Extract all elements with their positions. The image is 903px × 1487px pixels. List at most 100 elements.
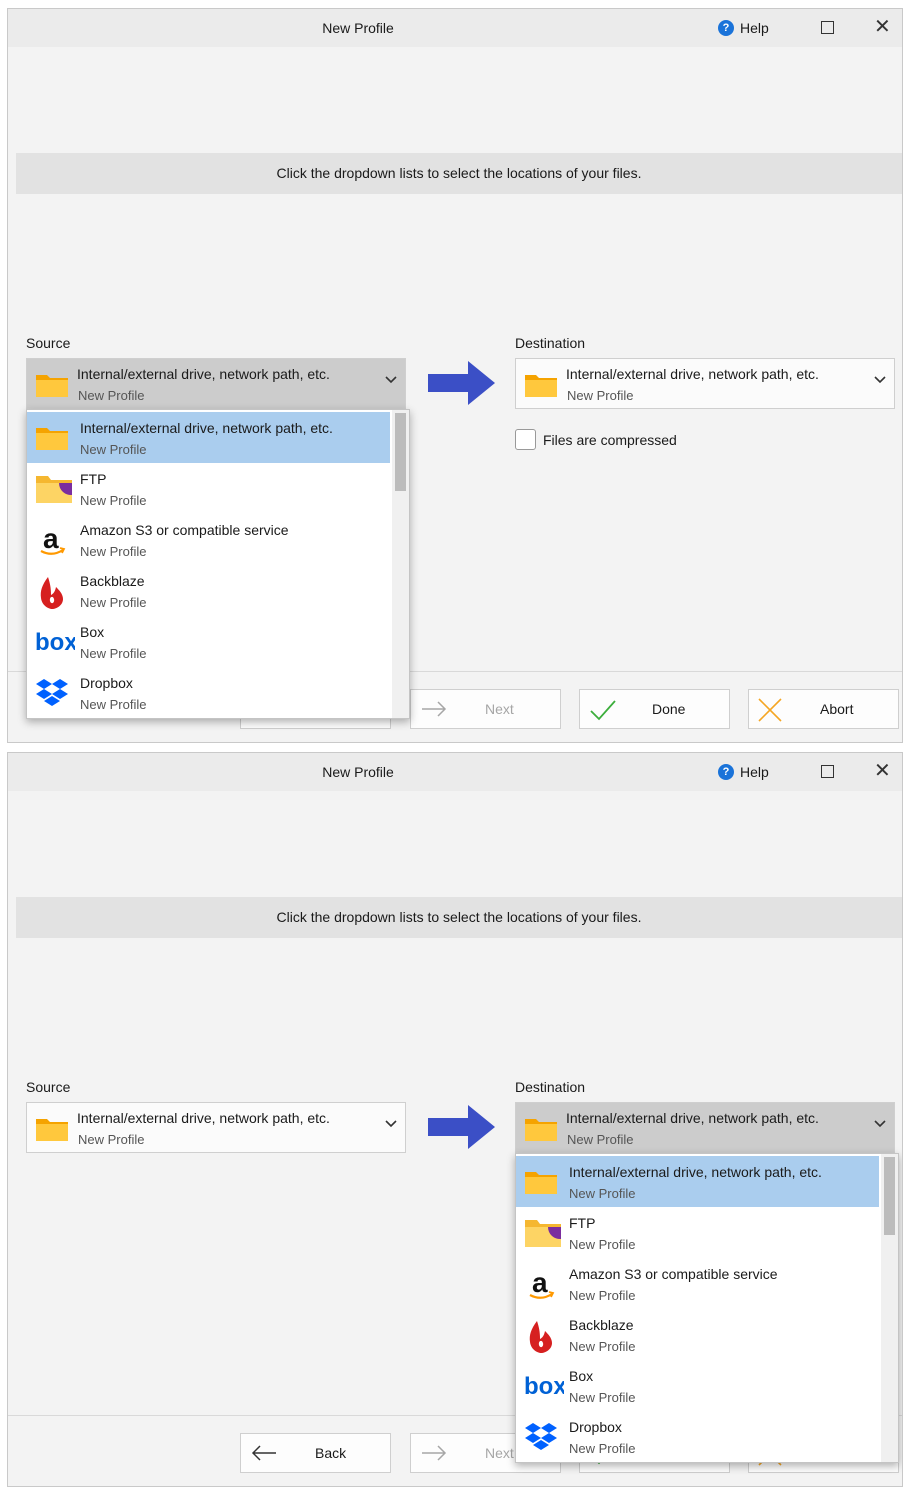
close-button[interactable]: ✕ (874, 15, 891, 39)
help-icon: ? (718, 764, 734, 780)
amazon-icon: a (40, 524, 66, 555)
close-button[interactable]: ✕ (874, 759, 891, 783)
arrow-left-icon (251, 1445, 276, 1461)
scrollbar-thumb[interactable] (884, 1157, 895, 1235)
help-label: Help (740, 764, 769, 780)
destination-selected-title: Internal/external drive, network path, e… (566, 366, 819, 382)
list-item-amazon-s3[interactable]: a Amazon S3 or compatible service New Pr… (516, 1258, 879, 1309)
list-item-internal-drive[interactable]: Internal/external drive, network path, e… (516, 1156, 879, 1207)
destination-selected-title: Internal/external drive, network path, e… (566, 1110, 819, 1126)
window-title: New Profile (322, 764, 394, 780)
item-subtitle: New Profile (569, 1237, 636, 1252)
source-dropdown[interactable]: Internal/external drive, network path, e… (26, 1102, 406, 1153)
list-item-ftp[interactable]: FTP New Profile (516, 1207, 879, 1258)
chevron-down-icon (874, 1120, 886, 1128)
list-item-dropbox[interactable]: Dropbox New Profile (27, 667, 390, 718)
folder-icon (36, 375, 68, 397)
maximize-button[interactable] (821, 765, 834, 778)
item-title: Backblaze (569, 1317, 634, 1333)
chevron-down-icon (385, 376, 397, 384)
chevron-down-icon (874, 376, 886, 384)
next-label: Next (485, 701, 514, 717)
destination-label: Destination (515, 335, 586, 351)
help-button[interactable]: ? Help (718, 18, 769, 38)
list-item-ftp[interactable]: FTP New Profile (27, 463, 390, 514)
item-title: Amazon S3 or compatible service (569, 1266, 778, 1282)
item-title: Amazon S3 or compatible service (80, 522, 289, 538)
source-label: Source (26, 1079, 71, 1095)
folder-icon (36, 428, 68, 450)
list-item-dropbox[interactable]: Dropbox New Profile (516, 1411, 879, 1462)
right-arrow-icon (428, 1105, 495, 1149)
scrollbar-thumb[interactable] (395, 413, 406, 491)
item-title: Internal/external drive, network path, e… (80, 420, 333, 436)
list-item-amazon-s3[interactable]: a Amazon S3 or compatible service New Pr… (27, 514, 390, 565)
help-label: Help (740, 20, 769, 36)
help-icon: ? (718, 20, 734, 36)
svg-text:a: a (43, 524, 59, 554)
window-title: New Profile (322, 20, 394, 36)
list-item-backblaze[interactable]: Backblaze New Profile (516, 1309, 879, 1360)
folder-icon (525, 1119, 557, 1141)
item-title: Box (569, 1368, 594, 1384)
dropdown-scrollbar[interactable] (392, 410, 409, 718)
abort-label: Abort (820, 701, 854, 717)
checkmark-icon (590, 700, 616, 721)
destination-dropdown[interactable]: Internal/external drive, network path, e… (515, 358, 895, 409)
dropbox-icon (525, 1423, 557, 1450)
item-subtitle: New Profile (569, 1186, 636, 1201)
done-button[interactable]: Done (579, 689, 730, 729)
list-item-backblaze[interactable]: Backblaze New Profile (27, 565, 390, 616)
abort-button[interactable]: Abort (748, 689, 899, 729)
svg-text:a: a (532, 1268, 548, 1298)
source-dropdown[interactable]: Internal/external drive, network path, e… (26, 358, 406, 409)
folder-icon (36, 1119, 68, 1141)
back-label: Back (315, 1445, 347, 1461)
box-icon: box (35, 629, 75, 656)
backblaze-icon (529, 1321, 552, 1353)
folder-icon (525, 1172, 557, 1194)
next-button[interactable]: Next (410, 689, 561, 729)
dropdown-scrollbar[interactable] (881, 1154, 898, 1462)
done-label: Done (652, 701, 686, 717)
item-title: Box (80, 624, 105, 640)
svg-text:box: box (524, 1373, 564, 1400)
item-subtitle: New Profile (80, 697, 147, 712)
source-selected-title: Internal/external drive, network path, e… (77, 366, 330, 382)
back-button[interactable]: Back (240, 1433, 391, 1473)
item-title: Backblaze (80, 573, 145, 589)
list-item-box[interactable]: box Box New Profile (516, 1360, 879, 1411)
destination-label: Destination (515, 1079, 586, 1095)
list-item-internal-drive[interactable]: Internal/external drive, network path, e… (27, 412, 390, 463)
abort-x-icon (758, 698, 782, 722)
svg-text:box: box (35, 629, 75, 656)
folder-icon (525, 375, 557, 397)
amazon-icon: a (529, 1268, 555, 1299)
instruction-banner: Click the dropdown lists to select the l… (16, 153, 902, 194)
destination-selected-subtitle: New Profile (567, 388, 634, 403)
new-profile-window-destination-open: New Profile ? Help ✕ Click the dropdown … (7, 752, 903, 1487)
item-title: Dropbox (80, 675, 133, 691)
box-icon: box (524, 1373, 564, 1400)
source-label: Source (26, 335, 71, 351)
new-profile-window-source-open: New Profile ? Help ✕ Click the dropdown … (7, 8, 903, 743)
item-subtitle: New Profile (80, 595, 147, 610)
backblaze-icon (40, 577, 63, 609)
item-subtitle: New Profile (569, 1339, 636, 1354)
destination-dropdown-list[interactable]: Internal/external drive, network path, e… (515, 1153, 899, 1463)
help-button[interactable]: ? Help (718, 762, 769, 782)
title-bar: New Profile ? Help ✕ (8, 753, 902, 791)
item-title: Internal/external drive, network path, e… (569, 1164, 822, 1180)
files-compressed-checkbox[interactable] (515, 429, 536, 450)
destination-dropdown[interactable]: Internal/external drive, network path, e… (515, 1102, 895, 1153)
dropbox-icon (36, 679, 68, 706)
item-subtitle: New Profile (80, 646, 147, 661)
item-subtitle: New Profile (80, 544, 147, 559)
next-label: Next (485, 1445, 514, 1461)
right-arrow-icon (428, 361, 495, 405)
source-dropdown-list[interactable]: Internal/external drive, network path, e… (26, 409, 410, 719)
item-subtitle: New Profile (569, 1390, 636, 1405)
item-title: FTP (569, 1215, 596, 1231)
list-item-box[interactable]: box Box New Profile (27, 616, 390, 667)
maximize-button[interactable] (821, 21, 834, 34)
